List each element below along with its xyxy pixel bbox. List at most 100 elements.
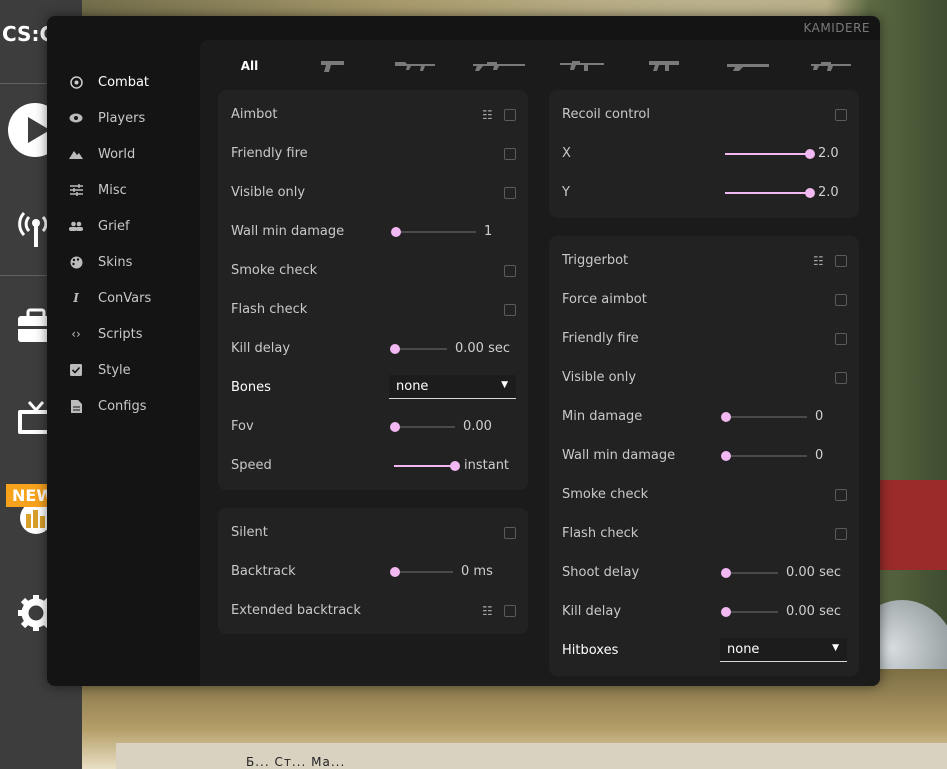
kill-delay-slider[interactable] [390, 342, 447, 356]
mountain-icon [69, 147, 83, 161]
slider-knob[interactable] [450, 460, 460, 471]
tab-all[interactable]: All [208, 59, 291, 73]
extended-backtrack-checkbox[interactable] [504, 604, 516, 617]
sidebar-item-label: ConVars [98, 290, 152, 306]
slider-knob[interactable] [721, 450, 731, 461]
background-building [877, 480, 947, 570]
settings-sliders-icon[interactable]: ☷ [813, 254, 824, 268]
settings-sliders-icon[interactable]: ☷ [482, 108, 493, 122]
sidebar-item-label: Combat [98, 74, 150, 90]
people-icon [69, 219, 83, 233]
aimbot-checkbox[interactable] [504, 108, 516, 121]
recoil-x-slider[interactable] [725, 147, 815, 161]
tb-flash-check-row: Flash check [549, 514, 859, 553]
combat-content: All Aimbot ☷ Friendly fire Visible only … [200, 40, 880, 686]
bones-label: Bones [231, 380, 271, 395]
visible-only-checkbox[interactable] [504, 186, 516, 199]
friendly-fire-checkbox[interactable] [504, 147, 516, 160]
pistol-icon [320, 61, 344, 72]
tb-smoke-check-checkbox[interactable] [835, 488, 847, 501]
tb-visible-only-checkbox[interactable] [835, 371, 847, 384]
sidebar-item-label: Scripts [98, 326, 143, 342]
hitboxes-select[interactable]: none ▼ [720, 638, 847, 662]
sliders-icon [69, 183, 83, 197]
sidebar-item-grief[interactable]: Grief [47, 208, 201, 244]
smg-icon [559, 61, 604, 71]
slider-knob[interactable] [391, 226, 401, 237]
shoot-delay-label: Shoot delay [562, 565, 640, 580]
tab-pistols[interactable] [291, 59, 374, 73]
backtrack-slider[interactable] [390, 565, 453, 579]
slider-knob[interactable] [721, 606, 731, 617]
sidebar-item-configs[interactable]: Configs [47, 388, 201, 424]
speed-slider[interactable] [394, 459, 460, 473]
min-damage-slider[interactable] [721, 410, 807, 424]
bones-select[interactable]: none ▼ [389, 375, 516, 399]
recoil-control-checkbox[interactable] [835, 108, 847, 121]
sidebar-item-style[interactable]: Style [47, 352, 201, 388]
tb-friendly-fire-checkbox[interactable] [835, 332, 847, 345]
sidebar-item-world[interactable]: World [47, 136, 201, 172]
settings-sliders-icon[interactable]: ☷ [482, 604, 493, 618]
tb-kill-delay-label: Kill delay [562, 604, 622, 619]
tb-kill-delay-slider[interactable] [721, 605, 778, 619]
tab-auto-snipers[interactable] [789, 59, 872, 73]
sidebar-item-skins[interactable]: Skins [47, 244, 201, 280]
slider-knob[interactable] [805, 148, 815, 159]
tb-visible-only-label: Visible only [562, 370, 637, 385]
tab-rifles[interactable] [374, 59, 457, 73]
tab-heavy[interactable] [623, 59, 706, 73]
smoke-check-label: Smoke check [231, 263, 318, 278]
visible-only-label: Visible only [231, 185, 306, 200]
shoot-delay-slider[interactable] [721, 566, 778, 580]
brand-label: KAMIDERE [803, 21, 870, 35]
tb-flash-check-checkbox[interactable] [835, 527, 847, 540]
flash-check-checkbox[interactable] [504, 303, 516, 316]
fov-label: Fov [231, 419, 254, 434]
tb-friendly-fire-row: Friendly fire [549, 319, 859, 358]
tb-wall-min-damage-label: Wall min damage [562, 448, 676, 463]
slider-knob[interactable] [721, 411, 731, 422]
min-damage-label: Min damage [562, 409, 643, 424]
slider-knob[interactable] [805, 187, 815, 198]
recoil-y-slider[interactable] [725, 186, 815, 200]
hitboxes-row: Hitboxes none ▼ [549, 631, 859, 670]
palette-icon [69, 255, 83, 269]
eye-icon [69, 111, 83, 125]
game-bottom-text: Б... Ст... Ма... [246, 755, 346, 769]
hitboxes-select-value: none [727, 642, 760, 657]
speed-row: Speed instant [218, 446, 528, 485]
triggerbot-checkbox[interactable] [835, 254, 847, 267]
rifle-icon [394, 62, 435, 71]
sidebar-item-combat[interactable]: Combat [47, 64, 203, 100]
backtrack-label: Backtrack [231, 564, 296, 579]
sidebar-item-convars[interactable]: I ConVars [47, 280, 201, 316]
force-aimbot-checkbox[interactable] [835, 293, 847, 306]
fov-value: 0.00 [463, 419, 492, 434]
backtrack-row: Backtrack 0 ms [218, 552, 528, 591]
tb-visible-only-row: Visible only [549, 358, 859, 397]
recoil-x-row: X 2.0 [549, 134, 859, 173]
tab-smgs[interactable] [540, 59, 623, 73]
sidebar-item-scripts[interactable]: ‹› Scripts [47, 316, 201, 352]
sidebar-item-misc[interactable]: Misc [47, 172, 201, 208]
extended-backtrack-row: Extended backtrack ☷ [218, 591, 528, 630]
tb-wall-min-damage-slider[interactable] [721, 449, 807, 463]
slider-knob[interactable] [390, 421, 400, 432]
tab-shotguns[interactable] [706, 61, 789, 71]
tb-friendly-fire-label: Friendly fire [562, 331, 639, 346]
sidebar-item-players[interactable]: Players [47, 100, 201, 136]
recoil-panel: Recoil control X 2.0 Y 2.0 [549, 90, 859, 218]
fov-slider[interactable] [390, 420, 455, 434]
slider-knob[interactable] [721, 567, 731, 578]
tab-snipers[interactable] [457, 59, 540, 73]
smoke-check-checkbox[interactable] [504, 264, 516, 277]
heavy-icon [648, 61, 679, 71]
wall-min-damage-slider[interactable] [391, 225, 476, 239]
slider-knob[interactable] [390, 566, 400, 577]
wall-min-damage-label: Wall min damage [231, 224, 345, 239]
slider-knob[interactable] [390, 343, 400, 354]
silent-checkbox[interactable] [504, 526, 516, 539]
sidebar-item-label: Style [98, 362, 131, 378]
silent-panel: Silent Backtrack 0 ms Extended backtrack… [218, 508, 528, 634]
